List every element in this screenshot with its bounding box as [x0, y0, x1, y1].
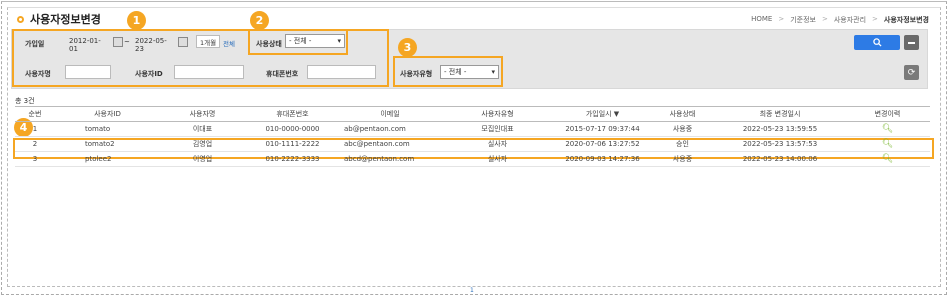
page-title-text: 사용자정보변경: [30, 13, 101, 26]
breadcrumb-item[interactable]: 기준정보: [790, 15, 816, 25]
table-cell: 3: [15, 151, 55, 167]
highlight-box-3: [393, 56, 503, 87]
history-button[interactable]: 🔍︎: [845, 121, 930, 137]
minus-icon: [908, 41, 915, 44]
table-row[interactable]: 2 tomato2 김영업 010-1111-2222 abc@pentaon.…: [15, 136, 930, 152]
result-count: 총 3건: [15, 97, 35, 105]
column-header: 변경이력: [874, 110, 901, 118]
page-title: 사용자정보변경: [17, 11, 101, 27]
table-cell: 실사자: [440, 136, 555, 152]
table-cell: ab@pentaon.com: [340, 121, 440, 137]
chevron-right-icon: >: [778, 15, 785, 23]
table-row[interactable]: 1 tomato 이대표 010-0000-0000 ab@pentaon.co…: [15, 121, 930, 137]
breadcrumb-item[interactable]: 사용자관리: [834, 15, 866, 25]
table-cell: 2022-05-23 13:57:53: [715, 136, 845, 152]
history-button[interactable]: 🔍︎: [845, 151, 930, 167]
table-cell: 010-0000-0000: [245, 121, 340, 137]
table-cell: 사용중: [650, 121, 715, 137]
chevron-right-icon: >: [821, 15, 828, 23]
table-cell: 사용중: [650, 151, 715, 167]
table-cell: ptolee2: [55, 151, 160, 167]
column-header: 사용자ID: [94, 110, 121, 118]
search-button[interactable]: [854, 35, 900, 50]
table-cell: 2015-07-17 09:37:44: [555, 121, 650, 137]
table-cell: tomato: [55, 121, 160, 137]
column-header: 순번: [28, 110, 42, 118]
column-header: 최종 변경일시: [759, 110, 801, 118]
refresh-button[interactable]: ⟳: [904, 65, 919, 80]
table-cell: 실사자: [440, 151, 555, 167]
table-cell: 2: [15, 136, 55, 152]
table-cell: 김영업: [160, 136, 245, 152]
magnifier-icon: 🔍︎: [881, 154, 894, 164]
table-cell: 이영업: [160, 151, 245, 167]
search-icon: [872, 38, 882, 47]
breadcrumb-home[interactable]: HOME: [751, 15, 772, 25]
column-header: 휴대폰번호: [276, 110, 309, 118]
table-cell: tomato2: [55, 136, 160, 152]
history-button[interactable]: 🔍︎: [845, 136, 930, 152]
table-cell: 010-1111-2222: [245, 136, 340, 152]
callout-badge-2: 2: [250, 11, 269, 30]
table-row[interactable]: 3 ptolee2 이영업 010-2222-3333 abcd@pentaon…: [15, 151, 930, 167]
callout-badge-3: 3: [398, 38, 417, 57]
callout-badge-1: 1: [127, 11, 146, 30]
table-cell: 2022-05-23 14:00:06: [715, 151, 845, 167]
table-cell: 2022-05-23 13:59:55: [715, 121, 845, 137]
table-cell: 이대표: [160, 121, 245, 137]
table-cell: abc@pentaon.com: [340, 136, 440, 152]
pagination-current[interactable]: 1: [470, 287, 474, 294]
table-cell: 010-2222-3333: [245, 151, 340, 167]
column-header: 사용상태: [669, 110, 696, 118]
table-cell: 1: [15, 121, 55, 137]
chevron-right-icon: >: [872, 15, 878, 23]
magnifier-icon: 🔍︎: [881, 139, 894, 149]
user-table: 순번 사용자ID 사용자명 휴대폰번호 이메일 사용자유형 가입일시 ▼ 사용상…: [15, 106, 930, 167]
table-header-row: 순번 사용자ID 사용자명 휴대폰번호 이메일 사용자유형 가입일시 ▼ 사용상…: [15, 106, 930, 122]
table-cell: 모집인대표: [440, 121, 555, 137]
refresh-icon: ⟳: [907, 67, 916, 78]
highlight-box-2: [248, 29, 348, 55]
magnifier-icon: 🔍︎: [881, 124, 894, 134]
sortable-column-header[interactable]: 가입일시 ▼: [555, 107, 650, 122]
column-header: 사용자유형: [481, 110, 514, 118]
table-cell: abcd@pentaon.com: [340, 151, 440, 167]
column-header: 사용자명: [189, 110, 216, 118]
column-header: 이메일: [380, 110, 400, 118]
collapse-button[interactable]: [904, 35, 919, 50]
title-bullet-icon: [17, 15, 24, 23]
table-cell: 승인: [650, 136, 715, 152]
breadcrumb-current: 사용자정보변경: [883, 16, 929, 24]
table-cell: 2020-07-06 13:27:52: [555, 136, 650, 152]
breadcrumb: HOME > 기준정보 > 사용자관리 > 사용자정보변경: [751, 15, 929, 25]
table-cell: 2020-09-03 14:27:36: [555, 151, 650, 167]
